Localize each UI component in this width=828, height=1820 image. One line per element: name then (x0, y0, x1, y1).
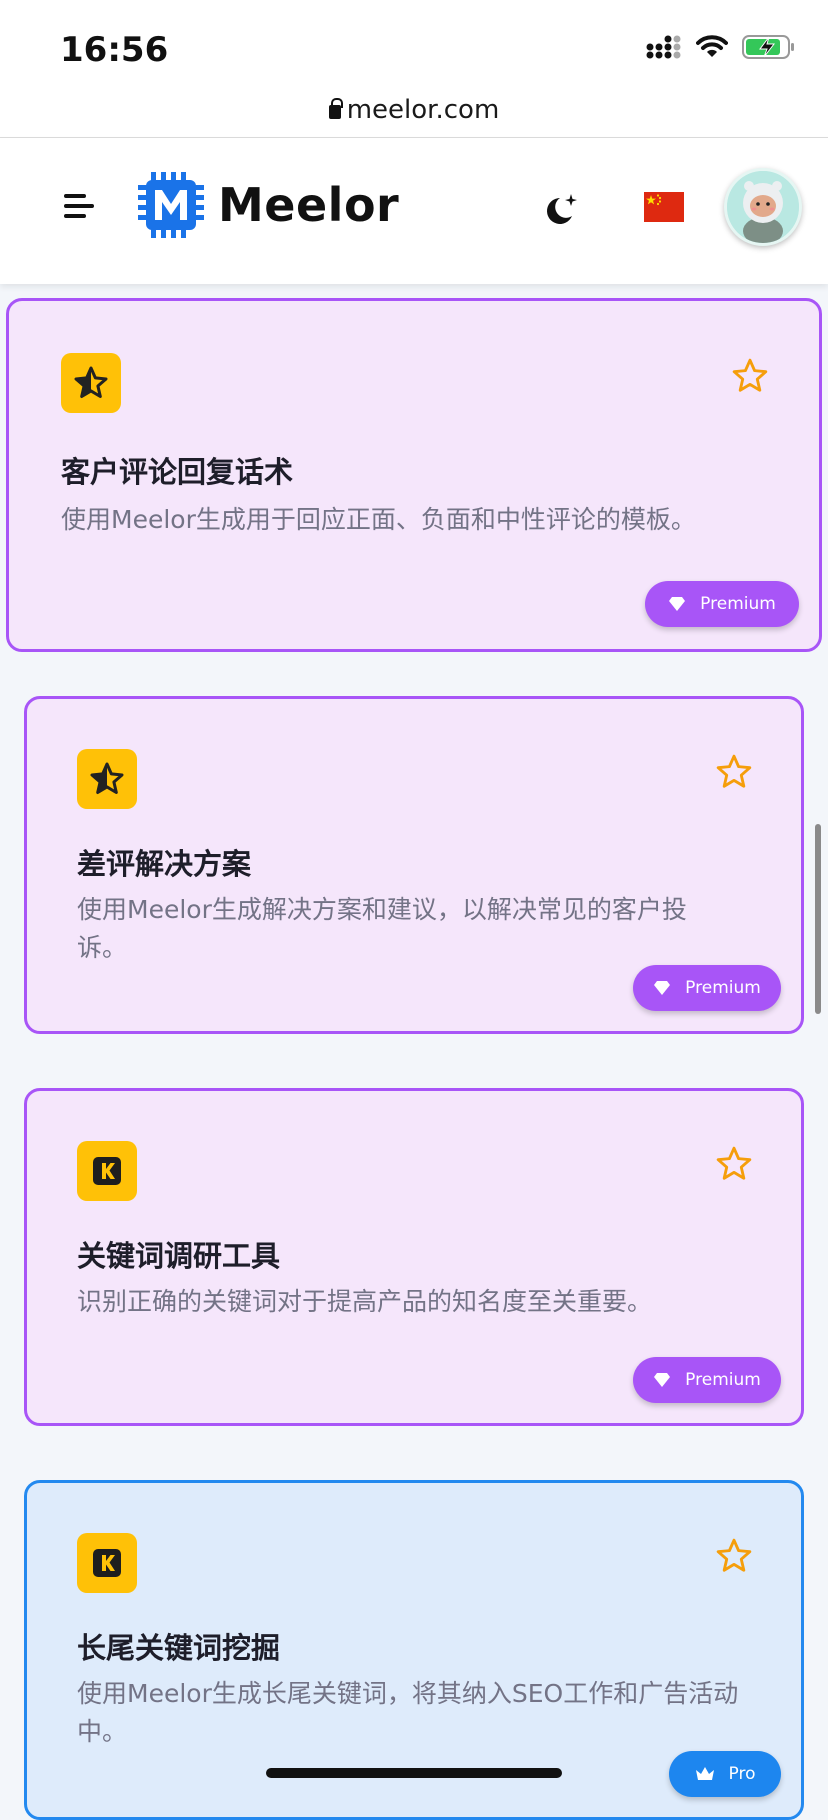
card-title: 关键词调研工具 (77, 1239, 281, 1273)
tool-card[interactable]: 差评解决方案 使用Meelor生成解决方案和建议，以解决常见的客户投诉。 Pre… (24, 696, 804, 1034)
diamond-icon (654, 1373, 671, 1387)
premium-badge[interactable]: Premium (633, 965, 781, 1011)
star-half-icon (90, 762, 124, 794)
diamond-icon (669, 597, 686, 611)
url-text: meelor.com (346, 95, 500, 125)
page-scrollbar[interactable] (815, 824, 821, 1014)
chip-logo-icon (138, 172, 204, 238)
badge-label: Premium (685, 1370, 761, 1390)
logo-text: Meelor (218, 178, 400, 232)
card-icon (77, 1533, 137, 1593)
lock-icon (328, 98, 343, 119)
browser-address-bar[interactable]: meelor.com (0, 88, 828, 138)
star-half-icon (74, 366, 108, 398)
favorite-star-icon[interactable] (715, 1537, 753, 1575)
crown-icon (695, 1767, 714, 1780)
language-china-flag-icon[interactable] (644, 192, 684, 222)
badge-label: Pro (728, 1764, 756, 1784)
card-description: 使用Meelor生成解决方案和建议，以解决常见的客户投诉。 (77, 895, 687, 962)
favorite-star-icon[interactable] (731, 357, 769, 395)
status-time: 16:56 (60, 30, 169, 70)
battery-charging-icon (742, 35, 794, 59)
home-indicator[interactable] (266, 1768, 562, 1778)
card-description: 使用Meelor生成长尾关键词，将其纳入SEO工作和广告活动中。 (77, 1679, 739, 1746)
avatar-character-icon (727, 171, 799, 243)
user-avatar[interactable] (724, 168, 802, 246)
card-title: 长尾关键词挖掘 (77, 1631, 281, 1665)
card-icon (61, 353, 121, 413)
wifi-icon (696, 35, 728, 57)
card-icon (77, 749, 137, 809)
status-icons (646, 34, 796, 60)
premium-badge[interactable]: Premium (645, 581, 799, 627)
badge-label: Premium (700, 594, 776, 614)
card-description: 识别正确的关键词对于提高产品的知名度至关重要。 (77, 1287, 653, 1316)
site-logo[interactable]: Meelor (136, 170, 399, 240)
card-title: 客户评论回复话术 (61, 455, 294, 489)
pro-badge[interactable]: Pro (669, 1751, 781, 1797)
k-letter-icon (93, 1549, 121, 1577)
hamburger-menu-icon[interactable] (64, 194, 94, 224)
status-bar: 16:56 (0, 0, 828, 92)
card-icon (77, 1141, 137, 1201)
favorite-star-icon[interactable] (715, 1145, 753, 1183)
k-letter-icon (93, 1157, 121, 1185)
site-header: Meelor (0, 138, 828, 284)
cellular-signal-icon (646, 35, 681, 59)
diamond-icon (654, 981, 671, 995)
premium-badge[interactable]: Premium (633, 1357, 781, 1403)
badge-label: Premium (685, 978, 761, 998)
card-description: 使用Meelor生成用于回应正面、负面和中性评论的模板。 (61, 505, 696, 534)
tool-card[interactable]: 客户评论回复话术 使用Meelor生成用于回应正面、负面和中性评论的模板。 Pr… (6, 298, 822, 652)
card-title: 差评解决方案 (77, 847, 252, 881)
dark-mode-toggle-icon[interactable] (540, 190, 580, 230)
favorite-star-icon[interactable] (715, 753, 753, 791)
tool-card[interactable]: 关键词调研工具 识别正确的关键词对于提高产品的知名度至关重要。 Premium (24, 1088, 804, 1426)
